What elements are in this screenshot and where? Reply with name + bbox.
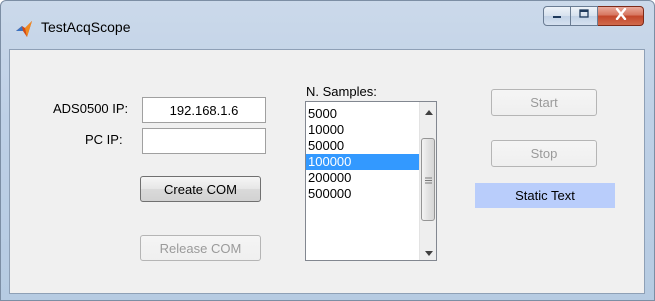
scroll-down-arrow-icon <box>424 243 433 261</box>
samples-label: N. Samples: <box>306 84 377 99</box>
scroll-up-arrow-icon <box>424 102 433 120</box>
samples-list: 5000 10000 50000 100000 200000 500000 <box>306 106 419 202</box>
start-button[interactable]: Start <box>491 89 597 116</box>
list-item[interactable]: 500000 <box>306 186 419 202</box>
listbox-scrollbar[interactable] <box>419 102 436 260</box>
release-com-button[interactable]: Release COM <box>140 235 261 261</box>
list-item[interactable]: 200000 <box>306 170 419 186</box>
pc-ip-field[interactable] <box>142 128 266 154</box>
ads-ip-field[interactable]: 192.168.1.6 <box>142 97 266 123</box>
window-controls <box>543 6 644 28</box>
samples-listbox[interactable]: 5000 10000 50000 100000 200000 500000 <box>305 101 437 261</box>
minimize-icon <box>551 7 563 25</box>
maximize-icon <box>578 7 590 25</box>
maximize-button[interactable] <box>571 6 598 26</box>
ads-ip-label: ADS0500 IP: <box>53 101 129 116</box>
grip-icon <box>424 171 432 189</box>
title-bar[interactable]: TestAcqScope <box>1 1 654 49</box>
list-item[interactable]: 5000 <box>306 106 419 122</box>
figure-client-area: ADS0500 IP: 192.168.1.6 PC IP: Create CO… <box>9 49 645 294</box>
static-text: Static Text <box>475 183 615 208</box>
close-button[interactable] <box>598 6 644 26</box>
list-item-selected[interactable]: 100000 <box>306 154 419 170</box>
scroll-down-button[interactable] <box>420 243 436 261</box>
stop-button[interactable]: Stop <box>491 140 597 167</box>
minimize-button[interactable] <box>543 6 571 26</box>
list-item[interactable]: 10000 <box>306 122 419 138</box>
create-com-button[interactable]: Create COM <box>140 176 261 202</box>
scroll-thumb[interactable] <box>421 138 435 221</box>
pc-ip-label: PC IP: <box>85 132 123 147</box>
close-icon <box>614 7 628 25</box>
list-item[interactable]: 50000 <box>306 138 419 154</box>
matlab-icon <box>15 20 33 38</box>
window-title: TestAcqScope <box>41 19 131 35</box>
app-window: TestAcqScope ADS0500 IP: 192.168.1.6 PC … <box>0 0 655 301</box>
scroll-up-button[interactable] <box>420 102 436 120</box>
